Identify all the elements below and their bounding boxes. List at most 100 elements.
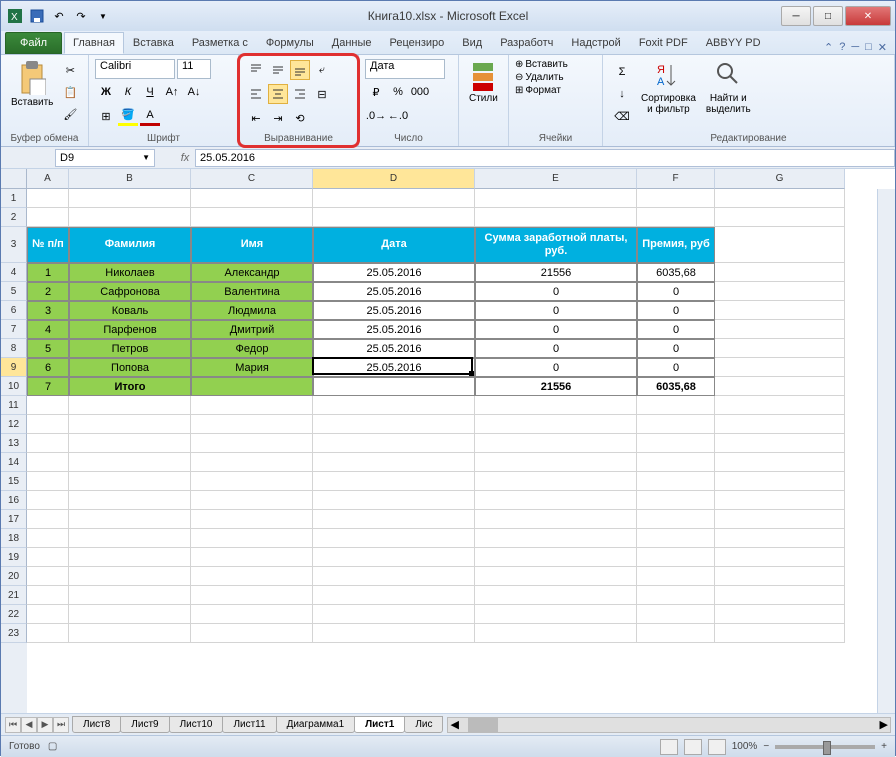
comma-icon[interactable]: 000 [410, 82, 430, 102]
cell[interactable] [715, 377, 845, 396]
row-header[interactable]: 6 [1, 301, 27, 320]
format-painter-icon[interactable]: 🖌 [60, 104, 80, 124]
cell[interactable] [313, 453, 475, 472]
cell[interactable] [27, 605, 69, 624]
cell[interactable] [27, 415, 69, 434]
cell[interactable] [69, 453, 191, 472]
cell[interactable] [637, 472, 715, 491]
cell[interactable]: 6 [27, 358, 69, 377]
cell[interactable] [313, 510, 475, 529]
cell[interactable] [27, 434, 69, 453]
fx-icon[interactable]: fx [175, 152, 195, 164]
row-header[interactable]: 20 [1, 567, 27, 586]
cell[interactable]: Итого [69, 377, 191, 396]
cell[interactable] [637, 529, 715, 548]
cell[interactable] [475, 415, 637, 434]
font-name-select[interactable]: Calibri [95, 59, 175, 79]
cell[interactable]: Попова [69, 358, 191, 377]
cell[interactable] [313, 208, 475, 227]
sheet-tab[interactable]: Лист11 [222, 716, 276, 733]
cell[interactable] [191, 396, 313, 415]
sheet-tab[interactable]: Лист10 [169, 716, 224, 733]
tab-next-icon[interactable]: ▶ [37, 717, 53, 733]
find-select-button[interactable]: Найти и выделить [702, 59, 755, 117]
cell[interactable] [313, 605, 475, 624]
bold-icon[interactable]: Ж [96, 82, 116, 102]
cell[interactable] [715, 189, 845, 208]
cell[interactable]: Сумма заработной платы, руб. [475, 227, 637, 263]
cell[interactable] [637, 491, 715, 510]
align-center-icon[interactable] [268, 84, 288, 104]
cell[interactable] [27, 529, 69, 548]
vertical-scrollbar[interactable] [877, 189, 895, 713]
tab-review[interactable]: Рецензиро [381, 32, 454, 54]
cell[interactable]: 7 [27, 377, 69, 396]
cell[interactable] [637, 189, 715, 208]
cell[interactable]: Имя [191, 227, 313, 263]
cell[interactable] [637, 586, 715, 605]
cell[interactable] [191, 548, 313, 567]
row-header[interactable]: 1 [1, 189, 27, 208]
cell[interactable] [637, 605, 715, 624]
cell[interactable] [475, 624, 637, 643]
cell[interactable] [27, 586, 69, 605]
cell[interactable] [715, 434, 845, 453]
cell[interactable] [715, 605, 845, 624]
cell[interactable] [637, 567, 715, 586]
cell[interactable]: 6035,68 [637, 377, 715, 396]
sheet-tab[interactable]: Диаграмма1 [276, 716, 356, 733]
cell[interactable] [191, 434, 313, 453]
cell[interactable]: Александр [191, 263, 313, 282]
cell[interactable] [313, 377, 475, 396]
tab-developer[interactable]: Разработч [491, 32, 562, 54]
cell[interactable] [69, 529, 191, 548]
wrap-text-icon[interactable]: ⤶ [312, 60, 332, 80]
cell[interactable] [69, 434, 191, 453]
cell[interactable]: 0 [637, 339, 715, 358]
zoom-in-icon[interactable]: + [881, 741, 887, 752]
cell[interactable] [313, 624, 475, 643]
view-layout-icon[interactable] [684, 739, 702, 755]
minimize-button[interactable]: ─ [781, 6, 811, 26]
col-header-A[interactable]: A [27, 169, 69, 189]
cell[interactable] [637, 453, 715, 472]
cell[interactable]: Валентина [191, 282, 313, 301]
cell[interactable] [69, 472, 191, 491]
redo-icon[interactable]: ↷ [71, 6, 91, 26]
cell[interactable] [475, 567, 637, 586]
row-header[interactable]: 21 [1, 586, 27, 605]
cell[interactable] [69, 586, 191, 605]
cell[interactable] [69, 415, 191, 434]
view-break-icon[interactable] [708, 739, 726, 755]
align-middle-icon[interactable] [268, 60, 288, 80]
tab-data[interactable]: Данные [323, 32, 381, 54]
cell[interactable] [715, 510, 845, 529]
cell[interactable] [637, 434, 715, 453]
cell[interactable]: 0 [475, 358, 637, 377]
cell[interactable] [69, 396, 191, 415]
row-header[interactable]: 5 [1, 282, 27, 301]
cell[interactable] [475, 529, 637, 548]
cell[interactable] [715, 301, 845, 320]
align-right-icon[interactable] [290, 84, 310, 104]
decrease-decimal-icon[interactable]: ←.0 [388, 106, 408, 126]
ribbon-min-window-icon[interactable]: ─ [851, 41, 859, 54]
cell[interactable] [475, 548, 637, 567]
cell[interactable] [313, 396, 475, 415]
cell[interactable]: 21556 [475, 377, 637, 396]
cell[interactable] [637, 396, 715, 415]
cell[interactable] [27, 491, 69, 510]
cell[interactable] [191, 510, 313, 529]
tab-prev-icon[interactable]: ◀ [21, 717, 37, 733]
cell[interactable] [715, 396, 845, 415]
cell[interactable]: 5 [27, 339, 69, 358]
cell[interactable]: Дмитрий [191, 320, 313, 339]
col-header-D[interactable]: D [313, 169, 475, 189]
row-header[interactable]: 19 [1, 548, 27, 567]
row-header[interactable]: 3 [1, 227, 27, 263]
cell[interactable]: Коваль [69, 301, 191, 320]
cell[interactable] [69, 491, 191, 510]
cell[interactable]: Сафронова [69, 282, 191, 301]
cell[interactable] [313, 415, 475, 434]
cell[interactable] [313, 472, 475, 491]
